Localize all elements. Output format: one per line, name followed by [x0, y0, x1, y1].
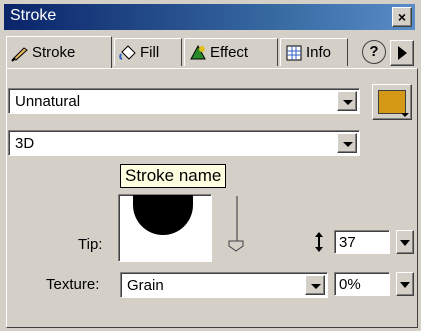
stroke-category-value: Unnatural	[15, 93, 81, 110]
stroke-category-select[interactable]: Unnatural	[8, 88, 360, 114]
texture-label: Texture:	[46, 276, 100, 293]
texture-amount-value: 0%	[339, 276, 361, 293]
tab-effect[interactable]: Effect	[184, 38, 278, 66]
stroke-panel: Stroke × Stroke Fill Effect Info ? Unnat…	[0, 0, 421, 331]
stroke-name-select[interactable]: 3D	[8, 130, 360, 156]
chevron-down-icon	[343, 142, 353, 147]
tip-size-dropdown-button[interactable]	[396, 230, 414, 254]
stroke-category-dropdown-button[interactable]	[337, 91, 357, 111]
texture-value: Grain	[127, 277, 164, 294]
tip-slider-track[interactable]	[236, 196, 238, 242]
texture-select[interactable]: Grain	[120, 272, 328, 298]
tip-slider-thumb[interactable]	[228, 240, 244, 252]
tab-fill-label: Fill	[140, 44, 160, 61]
tab-effect-label: Effect	[210, 44, 249, 61]
tab-info-label: Info	[306, 44, 332, 61]
title-bar[interactable]: Stroke ×	[4, 4, 415, 30]
tab-info[interactable]: Info	[280, 38, 348, 66]
stroke-name-dropdown-button[interactable]	[337, 133, 357, 153]
fill-bucket-icon	[119, 44, 137, 62]
size-updown-icon	[315, 232, 323, 252]
stroke-preview-dot	[133, 195, 193, 235]
tip-label: Tip:	[78, 236, 103, 253]
chevron-down-icon	[400, 282, 410, 288]
chevron-down-icon	[401, 113, 409, 117]
close-button[interactable]: ×	[392, 7, 412, 27]
texture-amount-dropdown-button[interactable]	[396, 272, 414, 296]
tab-stroke-label: Stroke	[32, 44, 76, 61]
tab-strip: Stroke Fill Effect Info ?	[6, 36, 416, 68]
panel-title: Stroke	[10, 7, 57, 24]
tip-size-field[interactable]: 37	[334, 230, 390, 254]
texture-dropdown-button[interactable]	[305, 275, 325, 295]
help-icon: ?	[369, 43, 379, 60]
help-button[interactable]: ?	[362, 40, 386, 64]
chevron-down-icon	[343, 100, 353, 105]
panel-menu-button[interactable]	[390, 40, 414, 66]
stroke-color-button[interactable]	[372, 84, 412, 120]
tip-size-value: 37	[339, 234, 356, 251]
tab-fill[interactable]: Fill	[114, 38, 182, 66]
chevron-down-icon	[311, 284, 321, 289]
tab-stroke[interactable]: Stroke	[6, 36, 112, 68]
chevron-down-icon	[400, 240, 410, 246]
arrow-right-icon	[398, 46, 407, 60]
stroke-name-tooltip: Stroke name	[120, 164, 227, 188]
texture-amount-field[interactable]: 0%	[334, 272, 390, 296]
stroke-color-swatch	[378, 90, 406, 114]
effect-icon	[189, 44, 207, 62]
stroke-name-value: 3D	[15, 135, 35, 152]
brush-icon	[11, 44, 29, 62]
close-icon: ×	[397, 9, 407, 25]
info-grid-icon	[285, 44, 303, 62]
stroke-preview	[118, 194, 212, 262]
